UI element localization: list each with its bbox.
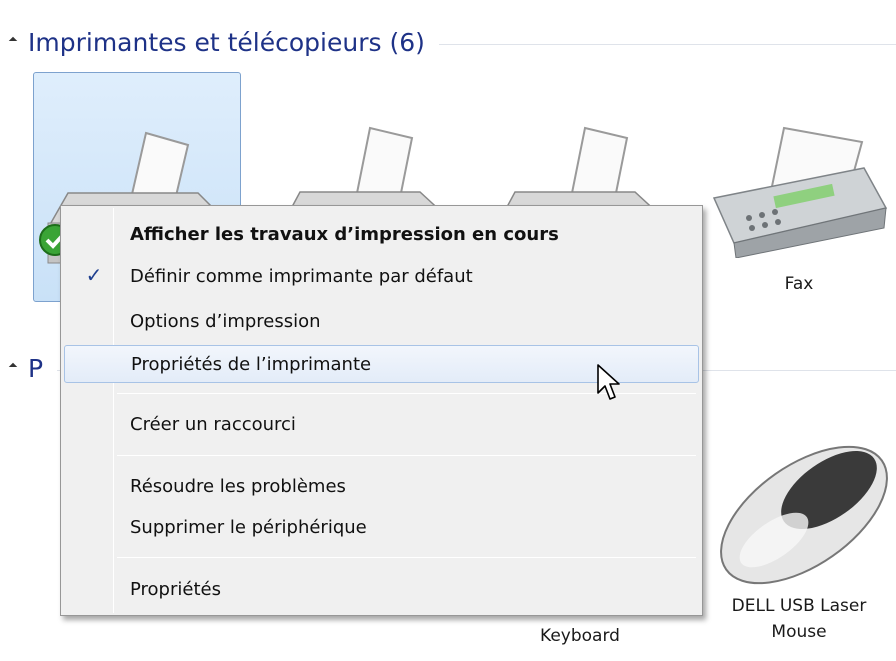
group-header-printers[interactable]: Imprimantes et télécopieurs (6) [8,22,896,62]
menu-item-label: Options d’impression [130,310,321,332]
menu-item-label: Résoudre les problèmes [130,475,346,497]
group-title-printers: Imprimantes et télécopieurs (6) [28,27,425,57]
menu-item-label: Créer un raccourci [130,413,296,435]
menu-separator [117,455,696,456]
menu-item-set-default-printer[interactable]: ✓ Définir comme imprimante par défaut [64,257,699,295]
menu-item-printing-preferences[interactable]: Options d’impression [64,302,699,340]
fax-tile[interactable]: Fax [704,118,894,308]
menu-item-label: Propriétés de l’imprimante [131,353,372,375]
collapse-triangle-icon[interactable] [8,36,18,46]
checkmark-icon: ✓ [85,263,103,287]
menu-separator [117,557,696,558]
devices-and-printers-view: Imprimantes et télécopieurs (6) Fax P Ke… [0,0,896,661]
collapse-triangle-icon[interactable] [8,362,18,372]
menu-item-remove-device[interactable]: Supprimer le périphérique [64,508,699,546]
menu-item-create-shortcut[interactable]: Créer un raccourci [64,405,699,443]
menu-item-label: Propriétés [130,578,221,600]
mouse-label-line1: DELL USB Laser [731,596,867,616]
mouse-label-line2: Mouse [771,622,827,642]
group-title-peripherals: P [28,353,44,383]
keyboard-label: Keyboard [540,626,620,646]
context-menu: Afficher les travaux d’impression en cou… [60,205,703,616]
menu-item-see-print-jobs[interactable]: Afficher les travaux d’impression en cou… [64,215,699,253]
menu-item-properties[interactable]: Propriétés [64,570,699,608]
mouse-pointer-icon [597,364,620,400]
menu-item-label: Définir comme imprimante par défaut [130,265,473,287]
group-divider [438,43,896,45]
menu-item-troubleshoot[interactable]: Résoudre les problèmes [64,467,699,505]
menu-item-label: Afficher les travaux d’impression en cou… [130,223,559,245]
menu-item-label: Supprimer le périphérique [130,516,367,538]
mouse-tile[interactable]: DELL USB Laser Mouse [704,440,894,661]
fax-label: Fax [784,274,814,294]
fax-machine-icon [712,126,888,258]
mouse-icon [720,445,888,585]
